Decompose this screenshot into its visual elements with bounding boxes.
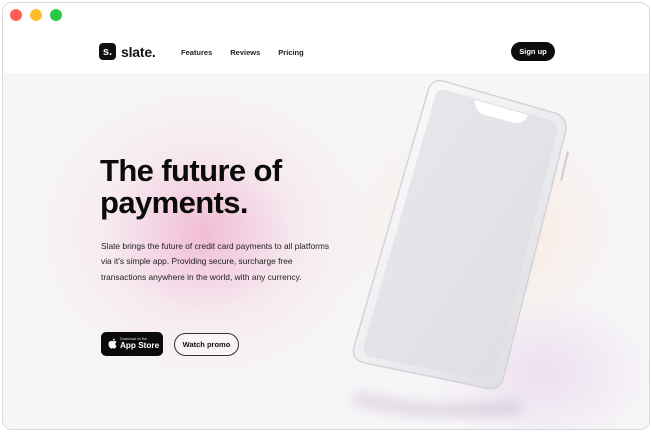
minimize-window-button[interactable]: [30, 9, 42, 21]
browser-window: s. slate. Features Reviews Pricing Sign …: [2, 2, 650, 430]
phone-side-button: [560, 151, 569, 181]
hero-section: The future of payments. Slate brings the…: [3, 73, 649, 429]
nav-link-pricing[interactable]: Pricing: [278, 48, 303, 57]
nav-link-reviews[interactable]: Reviews: [230, 48, 260, 57]
apple-icon: [108, 338, 117, 349]
logo[interactable]: s. slate.: [99, 43, 156, 60]
nav-links: Features Reviews Pricing: [181, 48, 304, 57]
top-nav: s. slate. Features Reviews Pricing Sign …: [3, 25, 649, 73]
hero-description: Slate brings the future of credit card p…: [101, 241, 330, 282]
zoom-window-button[interactable]: [50, 9, 62, 21]
hero-headline: The future of payments.: [100, 155, 340, 219]
nav-link-features[interactable]: Features: [181, 48, 212, 57]
headline-line-2: payments.: [100, 185, 249, 220]
logo-mark: s.: [99, 43, 116, 60]
close-window-button[interactable]: [10, 9, 22, 21]
headline-line-1: The future of: [100, 153, 282, 188]
app-store-button[interactable]: Download on the App Store: [101, 332, 163, 356]
phone-mockup-image: [352, 79, 569, 418]
watch-promo-button[interactable]: Watch promo: [174, 333, 239, 356]
logo-text: slate.: [121, 43, 156, 60]
signup-button[interactable]: Sign up: [511, 42, 555, 61]
title-bar: [3, 3, 649, 25]
app-store-label: App Store: [120, 341, 160, 350]
phone-shadow: [353, 391, 525, 418]
